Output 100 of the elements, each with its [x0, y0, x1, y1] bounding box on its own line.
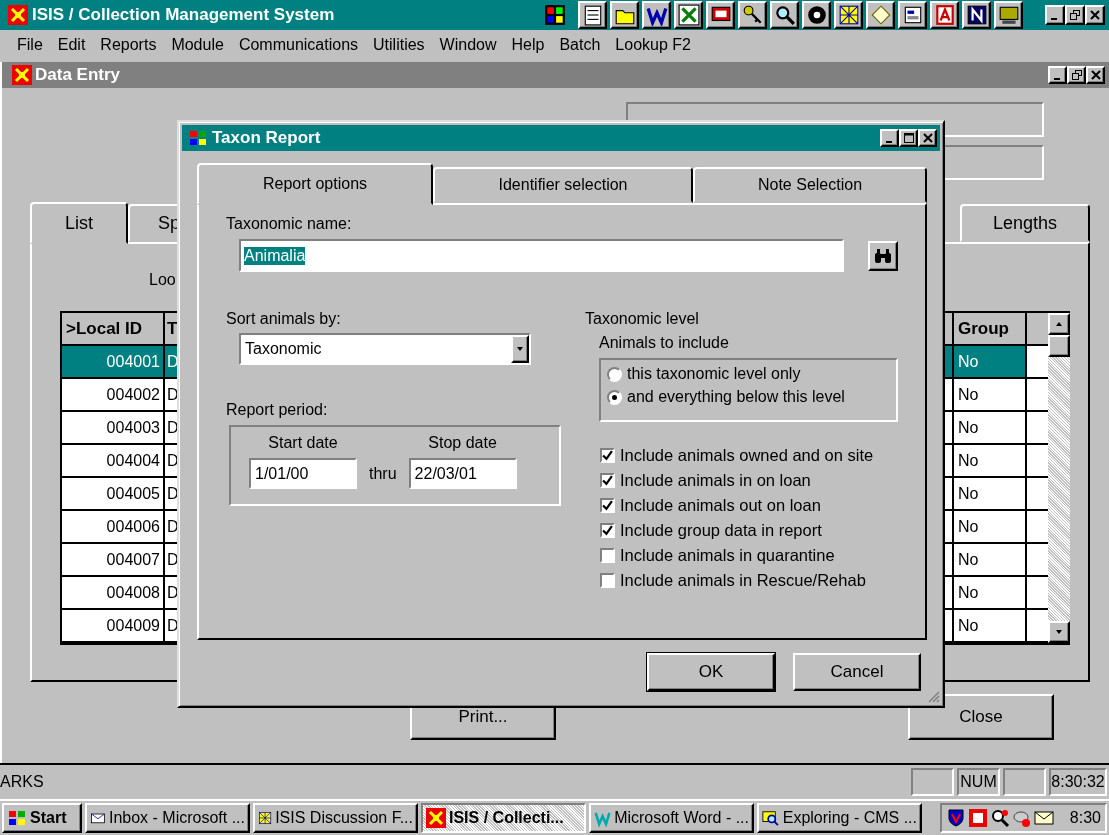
menu-item[interactable]: Reports: [100, 36, 157, 54]
maximize-button[interactable]: [899, 129, 918, 147]
key-icon[interactable]: [738, 1, 767, 29]
checkbox-label[interactable]: Include animals owned and on site: [620, 446, 874, 465]
cross-icon[interactable]: [674, 1, 703, 29]
tab[interactable]: List: [30, 202, 128, 244]
start-button[interactable]: Start: [2, 803, 82, 833]
checkbox[interactable]: [600, 448, 615, 463]
lookup-label: Loo: [149, 271, 177, 290]
table-cell: 004009: [62, 610, 165, 643]
field-label: Taxonomic name:: [226, 215, 353, 233]
taxonomic-name-field[interactable]: Animalia: [239, 239, 844, 272]
tab[interactable]: Note Selection: [693, 167, 927, 203]
radio-label[interactable]: and everything below this level: [627, 388, 845, 406]
menu-item[interactable]: Lookup F2: [615, 36, 691, 54]
app-logo-icon: [8, 5, 28, 25]
num-lock-indicator: NUM: [957, 768, 1000, 796]
close-button[interactable]: [918, 129, 937, 147]
minimize-button[interactable]: [1045, 5, 1065, 25]
square-icon[interactable]: [967, 808, 988, 828]
app-logo-icon: [12, 65, 32, 85]
checkbox-label[interactable]: Include animals in quarantine: [620, 546, 835, 565]
envelope-icon[interactable]: [1033, 808, 1054, 828]
table-cell: 004007: [62, 544, 165, 577]
menu-item[interactable]: Batch: [559, 36, 601, 54]
field-label: Sort animals by:: [226, 310, 342, 328]
taskbar-clock: 8:30: [1069, 809, 1101, 827]
ok-button[interactable]: OK: [647, 653, 775, 691]
menu-item[interactable]: Window: [439, 36, 497, 54]
computer-icon[interactable]: [994, 1, 1023, 29]
magnifier-icon[interactable]: [770, 1, 799, 29]
framed-page-icon[interactable]: [930, 1, 959, 29]
close-button[interactable]: [1086, 66, 1105, 84]
status-text: ARKS: [0, 773, 45, 791]
checkbox[interactable]: [600, 473, 615, 488]
close-button[interactable]: [1085, 5, 1105, 25]
taskbar-button[interactable]: Microsoft Word - ...: [589, 803, 754, 833]
checkbox[interactable]: [600, 523, 615, 538]
status-panel: [911, 768, 954, 796]
cancel-button[interactable]: Cancel: [793, 653, 921, 691]
maximize-icon: [903, 133, 914, 143]
binoculars-icon[interactable]: [868, 240, 898, 271]
document-title: Data Entry: [35, 65, 121, 85]
close-icon: [1090, 10, 1100, 20]
checkbox-label[interactable]: Include animals in Rescue/Rehab: [620, 571, 866, 590]
menu-item[interactable]: Communications: [238, 36, 359, 54]
notepad-icon[interactable]: [578, 1, 607, 29]
shield-icon[interactable]: [945, 808, 966, 828]
close-icon: [1090, 70, 1101, 80]
radio-button[interactable]: [607, 366, 622, 382]
checkbox-label[interactable]: Include group data in report: [620, 521, 822, 540]
taskbar-button[interactable]: ISIS Discussion F...: [253, 803, 418, 833]
taskbar-button[interactable]: Exploring - CMS ...: [757, 803, 922, 833]
checkbox[interactable]: [600, 548, 615, 563]
menu-item[interactable]: Help: [511, 36, 545, 54]
zigzag-icon[interactable]: [642, 1, 671, 29]
sort-dropdown[interactable]: Taxonomic: [239, 333, 531, 365]
folder-icon[interactable]: [610, 1, 639, 29]
table-cell: 004002: [62, 379, 165, 412]
scroll-up-icon[interactable]: [1048, 313, 1070, 335]
menu-item[interactable]: File: [17, 36, 43, 54]
taskbar-button[interactable]: ISIS / Collecti...: [421, 803, 586, 833]
status-panel: [1003, 768, 1046, 796]
minimize-icon: [885, 141, 892, 143]
scrollbar[interactable]: [1048, 313, 1070, 643]
stop-date-field[interactable]: 22/03/01: [408, 458, 517, 489]
tab[interactable]: Identifier selection: [433, 167, 693, 203]
checkbox[interactable]: [600, 498, 615, 513]
minimize-button[interactable]: [880, 129, 899, 147]
checkbox[interactable]: [600, 573, 615, 588]
restore-button[interactable]: [1067, 66, 1086, 84]
scroll-down-icon[interactable]: [1048, 621, 1070, 643]
restore-icon: [1071, 70, 1082, 80]
resize-grip-icon[interactable]: [926, 689, 940, 703]
flag-icon: [188, 128, 208, 148]
taskbar-button[interactable]: Inbox - Microsoft ...: [85, 803, 250, 833]
table-cell: 004004: [62, 445, 165, 478]
table-cell: 004005: [62, 478, 165, 511]
restore-button[interactable]: [1065, 5, 1085, 25]
menu-item[interactable]: Module: [171, 36, 224, 54]
table-cell: 004001: [62, 346, 165, 379]
tab[interactable]: Report options: [197, 163, 433, 205]
minimize-icon: [1051, 18, 1057, 20]
radio-button[interactable]: [607, 389, 622, 405]
start-date-field[interactable]: 1/01/00: [249, 458, 357, 489]
menu-item[interactable]: Utilities: [373, 36, 425, 54]
form-icon[interactable]: [898, 1, 927, 29]
section-label: Taxonomic level: [585, 310, 700, 328]
status-clock: 8:30:32: [1049, 768, 1107, 796]
minimize-button[interactable]: [1048, 66, 1067, 84]
section-label: Animals to include: [599, 334, 730, 352]
scroll-thumb[interactable]: [1048, 335, 1070, 357]
monitor-icon[interactable]: [706, 1, 735, 29]
colored-squares-icon[interactable]: [544, 4, 566, 26]
flag-icon: [7, 808, 27, 828]
tab[interactable]: Lengths: [960, 204, 1090, 242]
menu-item[interactable]: Edit: [57, 36, 86, 54]
close-button[interactable]: Close: [908, 694, 1054, 740]
square-page-icon[interactable]: [962, 1, 991, 29]
magnifier-icon[interactable]: [989, 808, 1010, 828]
